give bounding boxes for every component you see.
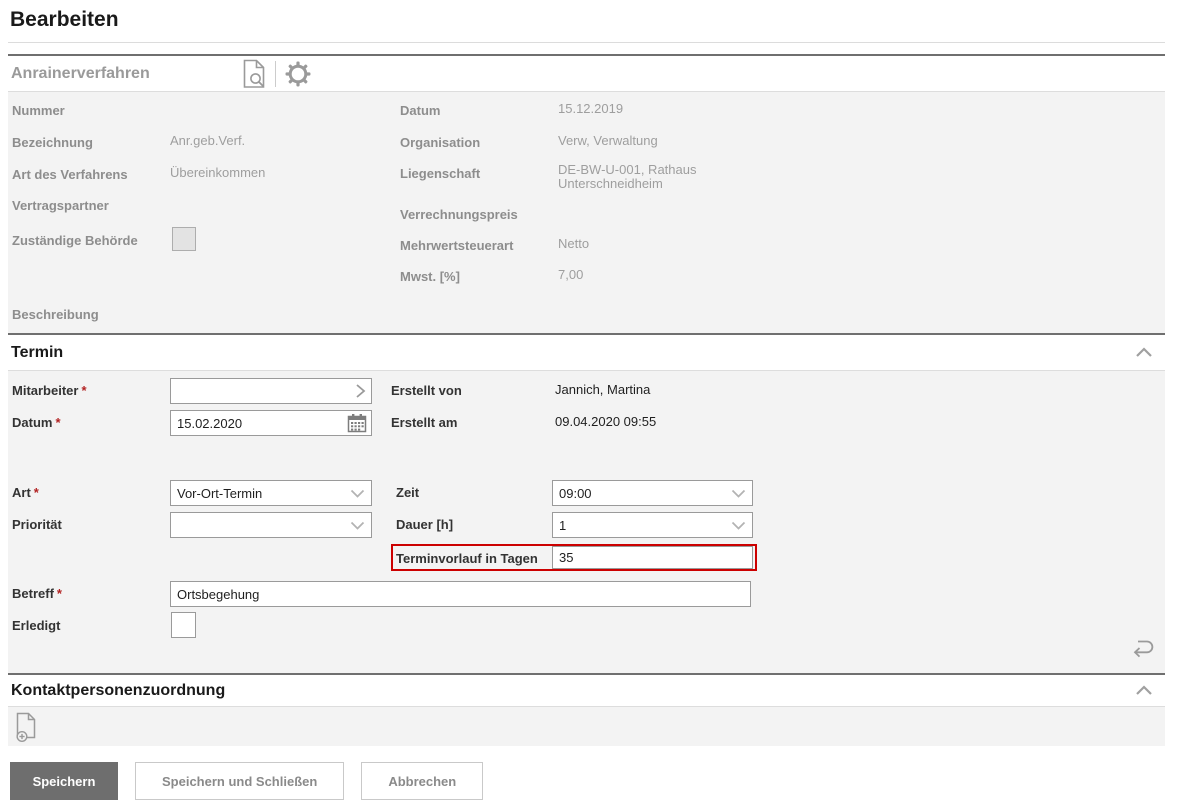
kontakt-header: Kontaktpersonenzuordnung	[8, 675, 1165, 707]
terminvorlauf-input[interactable]	[552, 546, 753, 569]
erledigt-checkbox[interactable]	[171, 612, 196, 638]
kontakt-title: Kontaktpersonenzuordnung	[11, 681, 226, 699]
zeit-label: Zeit	[396, 485, 420, 500]
erstellt-am-value: 09.04.2020 09:55	[555, 414, 657, 429]
chevron-down-icon	[731, 489, 746, 498]
art-des-verfahrens-value: Übereinkommen	[170, 165, 266, 180]
page-title: Bearbeiten	[10, 8, 119, 31]
mwst-label: Mwst. [%]	[400, 269, 460, 284]
mitarbeiter-label: Mitarbeiter *	[12, 383, 87, 398]
dauer-select[interactable]: 1	[552, 512, 753, 538]
erledigt-label: Erledigt	[12, 618, 61, 633]
required-marker: *	[55, 415, 61, 430]
liegenschaft-label: Liegenschaft	[400, 166, 481, 181]
zeit-select[interactable]: 09:00	[552, 480, 753, 506]
cancel-button[interactable]: Abbrechen	[361, 762, 484, 800]
dauer-label: Dauer [h]	[396, 517, 454, 532]
chevron-down-icon	[350, 489, 365, 498]
verrechnungspreis-label: Verrechnungspreis	[400, 207, 518, 222]
termin-panel: Mitarbeiter * Erstellt von Jannich, Marti…	[8, 371, 1165, 673]
vertragspartner-label: Vertragspartner	[12, 198, 109, 213]
termin-datum-label: Datum *	[12, 415, 61, 430]
termin-title: Termin	[11, 343, 64, 361]
liegenschaft-value: DE-BW-U-001, Rathaus Unterschneidheim	[558, 162, 697, 191]
termin-datum-field[interactable]	[170, 410, 372, 436]
terminvorlauf-label: Terminvorlauf in Tagen	[396, 551, 538, 566]
datum-label: Datum	[400, 103, 441, 118]
chevron-up-icon	[1136, 685, 1152, 695]
prioritaet-select[interactable]	[170, 512, 372, 538]
section-anrainerverfahren: Anrainerverfahren Nummer Bezeichnung Anr…	[8, 54, 1165, 333]
save-button[interactable]: Speichern	[10, 762, 118, 800]
undo-icon[interactable]	[1129, 637, 1157, 662]
required-marker: *	[33, 485, 39, 500]
section-kontaktpersonenzuordnung: Kontaktpersonenzuordnung	[8, 673, 1165, 746]
nummer-label: Nummer	[12, 103, 65, 118]
chevron-down-icon	[350, 521, 365, 530]
erstellt-von-value: Jannich, Martina	[555, 382, 651, 397]
anrainerverfahren-title: Anrainerverfahren	[11, 64, 150, 82]
behoerde-label: Zuständige Behörde	[12, 233, 138, 248]
prioritaet-label: Priorität	[12, 517, 62, 532]
section-termin: Termin Mitarbeiter * Erstellt von Jannich…	[8, 333, 1165, 673]
chevron-up-icon	[1136, 347, 1152, 357]
required-marker: *	[56, 586, 62, 601]
anrainerverfahren-header: Anrainerverfahren	[8, 56, 1165, 92]
anrainerverfahren-panel: Nummer Bezeichnung Anr.geb.Verf. Art des…	[8, 92, 1165, 333]
required-marker: *	[81, 383, 87, 398]
organisation-value: Verw, Verwaltung	[558, 133, 658, 148]
organisation-label: Organisation	[400, 135, 481, 150]
bezeichnung-label: Bezeichnung	[12, 135, 93, 150]
erstellt-am-label: Erstellt am	[391, 415, 458, 430]
bezeichnung-value: Anr.geb.Verf.	[170, 133, 246, 148]
page-container: Bearbeiten Anrainerverfahren Nummer Beze…	[8, 0, 1165, 800]
termin-datum-input[interactable]	[171, 411, 347, 435]
mehrwertsteuerart-value: Netto	[558, 236, 590, 251]
save-and-close-button[interactable]: Speichern und Schließen	[135, 762, 345, 800]
mehrwertsteuerart-label: Mehrwertsteuerart	[400, 238, 514, 253]
kontakt-toolbar	[8, 707, 1165, 746]
document-preview-icon[interactable]	[242, 59, 266, 89]
erstellt-von-label: Erstellt von	[391, 383, 462, 398]
termin-header: Termin	[8, 335, 1165, 371]
behoerde-checkbox	[172, 227, 196, 251]
termin-art-label: Art *	[12, 485, 39, 500]
mitarbeiter-field[interactable]	[170, 378, 372, 404]
termin-collapse-button[interactable]	[1135, 347, 1165, 358]
termin-art-select[interactable]: Vor-Ort-Termin	[170, 480, 372, 506]
mwst-value: 7,00	[558, 267, 584, 282]
lookup-chevron-right-icon[interactable]	[354, 383, 371, 399]
footer-actions: Speichern Speichern und Schließen Abbrec…	[8, 746, 1165, 800]
chevron-down-icon	[731, 521, 746, 530]
art-des-verfahrens-label: Art des Verfahrens	[12, 167, 128, 182]
add-document-icon[interactable]	[14, 712, 41, 742]
kontakt-collapse-button[interactable]	[1135, 685, 1165, 696]
mitarbeiter-input[interactable]	[171, 379, 354, 403]
calendar-icon[interactable]	[347, 413, 371, 433]
betreff-label: Betreff *	[12, 586, 62, 601]
datum-value: 15.12.2019	[558, 101, 624, 116]
gear-icon[interactable]	[285, 61, 311, 87]
icon-divider	[275, 60, 276, 87]
beschreibung-label: Beschreibung	[12, 307, 99, 322]
betreff-input[interactable]	[170, 581, 751, 607]
